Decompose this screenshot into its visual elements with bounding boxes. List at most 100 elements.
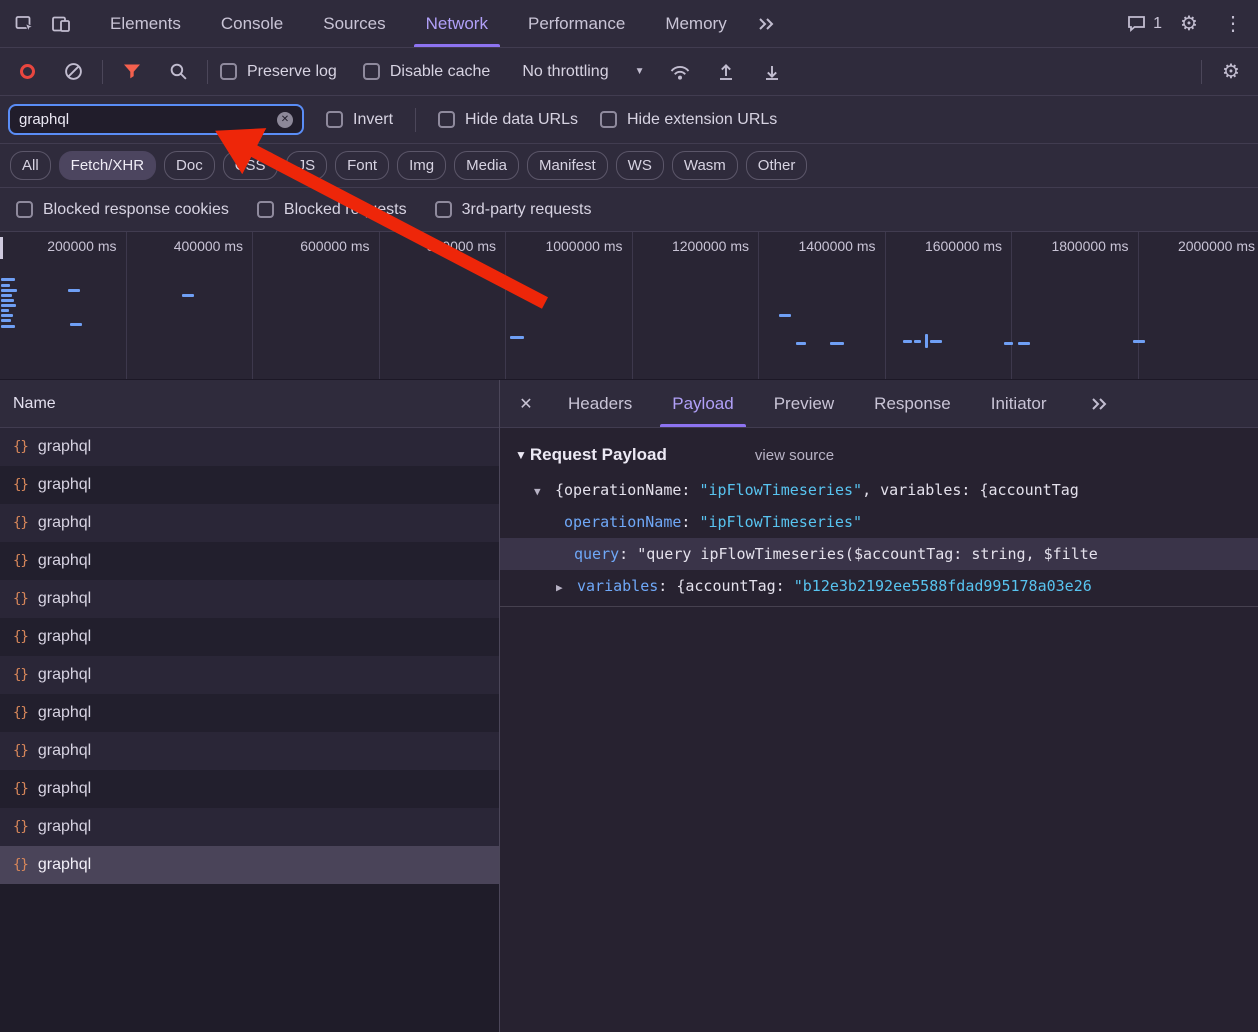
search-button[interactable] <box>161 54 195 90</box>
disable-cache-checkbox[interactable] <box>363 63 380 80</box>
waterfall-mark <box>1 289 17 292</box>
funnel-icon <box>123 63 141 80</box>
tab-performance[interactable]: Performance <box>508 0 645 47</box>
settings-gear-icon[interactable]: ⚙ <box>1172 6 1206 42</box>
payload-line[interactable]: ▶variables: {accountTag: "b12e3b2192ee55… <box>500 570 1258 602</box>
request-row[interactable]: {}graphql <box>0 770 499 808</box>
detail-tab-headers[interactable]: Headers <box>548 380 652 427</box>
collapse-icon[interactable]: ▼ <box>534 476 555 506</box>
waterfall-mark <box>1 278 15 281</box>
request-row[interactable]: {}graphql <box>0 618 499 656</box>
throttling-value: No throttling <box>522 63 608 81</box>
chip-ws[interactable]: WS <box>616 151 664 180</box>
waterfall-mark <box>930 340 942 343</box>
chip-fetch-xhr[interactable]: Fetch/XHR <box>59 151 156 180</box>
request-row[interactable]: {} graphql <box>0 504 499 542</box>
filter-bar: ✕ Invert Hide data URLs Hide extension U… <box>0 96 1258 144</box>
request-name: graphql <box>38 476 91 494</box>
payload-line[interactable]: operationName: "ipFlowTimeseries" <box>500 506 1258 538</box>
network-conditions-button[interactable] <box>663 54 697 90</box>
clear-button[interactable] <box>56 54 90 90</box>
chip-other[interactable]: Other <box>746 151 808 180</box>
request-row[interactable]: {}graphql <box>0 466 499 504</box>
close-details-button[interactable]: ✕ <box>504 380 548 427</box>
filter-button[interactable] <box>115 54 149 90</box>
hide-extension-urls-label: Hide extension URLs <box>627 111 777 129</box>
throttling-select[interactable]: No throttling ▼ <box>516 63 650 81</box>
detail-tab-preview[interactable]: Preview <box>754 380 854 427</box>
request-row[interactable]: {}graphql <box>0 656 499 694</box>
name-column-header[interactable]: Name <box>0 380 499 428</box>
payload-panel: ▼ Request Payload view source ▼{operatio… <box>500 428 1258 607</box>
waterfall-mark <box>68 289 80 292</box>
filter-group-blocked-response-cookies: Blocked response cookies <box>16 201 229 219</box>
waterfall-mark <box>1 325 15 328</box>
chip-js[interactable]: JS <box>286 151 328 180</box>
detail-tab-initiator[interactable]: Initiator <box>971 380 1067 427</box>
blocked-response-cookies-checkbox[interactable] <box>16 201 33 218</box>
advanced-filter-bar: Blocked response cookiesBlocked requests… <box>0 188 1258 232</box>
collapse-icon[interactable]: ▼ <box>515 448 527 462</box>
waterfall-mark <box>70 323 82 326</box>
request-row[interactable]: {}graphql <box>0 694 499 732</box>
tab-console[interactable]: Console <box>201 0 303 47</box>
json-braces-icon: {} <box>13 515 28 531</box>
chip-css[interactable]: CSS <box>223 151 278 180</box>
network-settings-gear-icon[interactable]: ⚙ <box>1214 54 1248 90</box>
more-panels-button[interactable] <box>749 6 783 42</box>
kebab-menu-icon[interactable]: ⋮ <box>1216 6 1250 42</box>
export-har-button[interactable] <box>755 54 789 90</box>
tab-network[interactable]: Network <box>406 0 508 47</box>
record-button[interactable] <box>10 54 44 90</box>
chip-manifest[interactable]: Manifest <box>527 151 608 180</box>
clear-filter-icon[interactable]: ✕ <box>277 112 293 128</box>
payload-line[interactable]: query: "query ipFlowTimeseries($accountT… <box>500 538 1258 570</box>
chip-media[interactable]: Media <box>454 151 519 180</box>
waterfall-mark <box>510 336 524 339</box>
request-row[interactable]: {}graphql <box>0 580 499 618</box>
detail-tab-payload[interactable]: Payload <box>652 380 753 427</box>
filter-text-input[interactable] <box>19 111 269 128</box>
toolbar-right-group: 1 ⚙ ⋮ <box>1127 6 1250 42</box>
timeline-overview[interactable]: 200000 ms400000 ms600000 ms800000 ms1000… <box>0 232 1258 380</box>
import-har-button[interactable] <box>709 54 743 90</box>
inspect-element-button[interactable] <box>8 6 42 42</box>
request-row[interactable]: {}graphql <box>0 428 499 466</box>
expand-icon[interactable]: ▶ <box>556 572 577 602</box>
chip-wasm[interactable]: Wasm <box>672 151 738 180</box>
disable-cache-group: Disable cache <box>363 63 491 81</box>
tab-sources[interactable]: Sources <box>303 0 405 47</box>
request-row[interactable]: {}graphql <box>0 732 499 770</box>
chip-doc[interactable]: Doc <box>164 151 215 180</box>
payload-line[interactable]: ▼{operationName: "ipFlowTimeseries", var… <box>500 474 1258 506</box>
request-name: graphql <box>38 514 91 532</box>
request-details-panel: ✕ HeadersPayloadPreviewResponseInitiator… <box>500 380 1258 1032</box>
chip-img[interactable]: Img <box>397 151 446 180</box>
chip-font[interactable]: Font <box>335 151 389 180</box>
divider <box>1201 60 1202 84</box>
request-row[interactable]: {}graphql <box>0 808 499 846</box>
waterfall-mark <box>914 340 921 343</box>
invert-label: Invert <box>353 111 393 129</box>
preserve-log-checkbox[interactable] <box>220 63 237 80</box>
hide-data-urls-checkbox[interactable] <box>438 111 455 128</box>
details-tab-bar: ✕ HeadersPayloadPreviewResponseInitiator <box>500 380 1258 428</box>
3rd-party-requests-checkbox[interactable] <box>435 201 452 218</box>
device-toolbar-button[interactable] <box>44 6 78 42</box>
chip-all[interactable]: All <box>10 151 51 180</box>
more-detail-tabs-button[interactable] <box>1082 386 1116 422</box>
request-row[interactable]: {}graphql <box>0 846 499 884</box>
invert-checkbox[interactable] <box>326 111 343 128</box>
separator <box>500 606 1258 607</box>
filter-group-3rd-party-requests: 3rd-party requests <box>435 201 592 219</box>
message-bubble-icon <box>1127 15 1146 32</box>
detail-tab-response[interactable]: Response <box>854 380 971 427</box>
request-row[interactable]: {}graphql <box>0 542 499 580</box>
tab-elements[interactable]: Elements <box>90 0 201 47</box>
blocked-requests-checkbox[interactable] <box>257 201 274 218</box>
view-source-link[interactable]: view source <box>755 447 834 464</box>
hide-extension-urls-checkbox[interactable] <box>600 111 617 128</box>
tab-memory[interactable]: Memory <box>645 0 746 47</box>
waterfall-mark <box>1 304 16 307</box>
issues-button[interactable]: 1 <box>1127 15 1162 33</box>
